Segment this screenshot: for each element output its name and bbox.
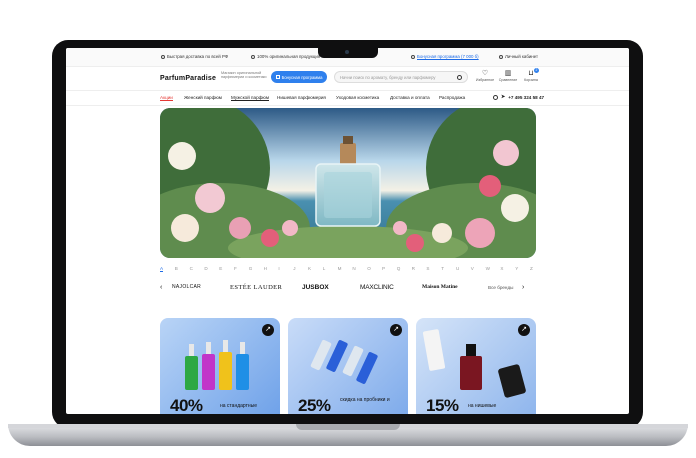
alpha-letter[interactable]: P <box>382 266 385 271</box>
compare-button[interactable]: ▥ Сравнение <box>497 69 519 82</box>
contact-block: ➤ +7 495 324 58 47 <box>493 94 544 100</box>
search-input[interactable]: Начни поиск по аромату, бренду или парфю… <box>334 71 468 83</box>
brand-logo[interactable]: ESTÉE LAUDER <box>230 284 282 291</box>
coin-icon <box>411 54 415 59</box>
delivery-info: Быстрая доставка по всей РФ <box>161 54 228 59</box>
promo-card-3[interactable]: ↗ 15% на нишевые <box>416 318 536 414</box>
alpha-letter[interactable]: O <box>367 266 371 271</box>
brand-logo[interactable]: JUSBOX <box>302 284 329 291</box>
brand-logo[interactable]: NAJOLCAR <box>172 284 201 290</box>
grid-icon <box>275 75 280 79</box>
nav-item-sale[interactable]: Акции <box>160 95 173 101</box>
promo-card-2[interactable]: ↗ 25% скидка на пробники и <box>288 318 408 414</box>
bonus-program-button[interactable]: Бонусная программа <box>271 71 327 83</box>
promo-card-1[interactable]: ↗ 40% на стандартные <box>160 318 280 414</box>
whatsapp-icon[interactable] <box>493 94 498 100</box>
alpha-letter[interactable]: F <box>234 266 237 271</box>
alpha-letter[interactable]: G <box>249 266 253 271</box>
alpha-letter[interactable]: H <box>264 266 267 271</box>
brand-logo[interactable]: MAXCLINIC <box>360 284 394 291</box>
alpha-letter[interactable]: Z <box>530 266 533 271</box>
nav-item-clearance[interactable]: Распродажа <box>439 95 465 100</box>
alpha-letter[interactable]: J <box>293 266 295 271</box>
search-icon[interactable] <box>457 75 462 80</box>
alpha-letter[interactable]: W <box>486 266 490 271</box>
account-link[interactable]: Личный кабинет <box>499 54 538 59</box>
nav-item-delivery[interactable]: Доставка и оплата <box>390 95 430 100</box>
cart-button[interactable]: ⊔ 2 Корзина <box>520 68 542 82</box>
brand-alphabet-filter: A B C D E F G H I J K L M N O P Q R S T … <box>160 266 536 274</box>
alpha-letter[interactable]: I <box>278 266 279 271</box>
heart-icon: ♡ <box>481 70 489 77</box>
alpha-letter[interactable]: T <box>441 266 444 271</box>
arrow-up-right-icon[interactable]: ↗ <box>262 324 274 336</box>
nav-item-niche[interactable]: Нишевая парфюмерия <box>277 95 326 100</box>
alpha-letter[interactable]: L <box>323 266 326 271</box>
cart-count-badge: 2 <box>534 68 539 73</box>
telegram-icon[interactable]: ➤ <box>501 94 505 100</box>
promo-cards: ↗ 40% на стандартные ↗ 25% скидка на про… <box>160 318 536 414</box>
alpha-letter[interactable]: X <box>500 266 503 271</box>
chart-icon: ▥ <box>504 70 512 77</box>
hero-perfume-image <box>160 108 536 258</box>
arrow-up-right-icon[interactable]: ↗ <box>390 324 402 336</box>
alpha-letter[interactable]: R <box>412 266 415 271</box>
alpha-letter[interactable]: C <box>190 266 193 271</box>
chevron-right-icon[interactable]: › <box>522 284 524 291</box>
camera-icon <box>345 50 349 54</box>
alpha-letter[interactable]: B <box>175 266 178 271</box>
check-icon <box>251 54 255 59</box>
site-tagline: Магазин оригинальной парфюмерии и космет… <box>221 71 267 80</box>
nav-item-care[interactable]: Уходовая косметика <box>336 95 379 100</box>
alpha-letter[interactable]: K <box>308 266 311 271</box>
alpha-letter[interactable]: N <box>352 266 355 271</box>
favorites-button[interactable]: ♡ Избранное <box>474 69 496 82</box>
browser-screen: Быстрая доставка по всей РФ 100% оригина… <box>66 48 629 414</box>
bonus-link[interactable]: Бонусная программа (7 000 б) <box>411 54 479 59</box>
site-logo[interactable]: ParfumParadise <box>160 75 216 82</box>
alpha-letter[interactable]: E <box>219 266 222 271</box>
alpha-letter[interactable]: Q <box>397 266 401 271</box>
laptop-lid-groove <box>296 424 400 430</box>
alpha-letter[interactable]: M <box>338 266 342 271</box>
all-brands-link[interactable]: Все бренды <box>488 285 513 290</box>
alpha-letter[interactable]: Y <box>515 266 518 271</box>
nav-item-men[interactable]: Мужской парфюм <box>231 95 269 101</box>
alpha-letter[interactable]: U <box>456 266 459 271</box>
alpha-letter[interactable]: D <box>204 266 207 271</box>
phone-number[interactable]: +7 495 324 58 47 <box>508 95 544 100</box>
nav-item-women[interactable]: Женский парфюм <box>184 95 222 100</box>
alpha-letter[interactable]: V <box>471 266 474 271</box>
truck-icon <box>161 54 165 59</box>
main-navigation: Акции Женский парфюм Мужской парфюм Нише… <box>66 90 629 106</box>
brand-carousel: ‹ NAJOLCAR ESTÉE LAUDER JUSBOX MAXCLINIC… <box>160 282 536 294</box>
alpha-letter[interactable]: A <box>160 266 164 272</box>
arrow-up-right-icon[interactable]: ↗ <box>518 324 530 336</box>
hero-banner[interactable] <box>160 108 536 258</box>
site-header: ParfumParadise Магазин оригинальной парф… <box>66 66 629 90</box>
chevron-left-icon[interactable]: ‹ <box>160 284 162 291</box>
user-icon <box>499 54 503 59</box>
brand-logo[interactable]: Maison Matine <box>422 284 458 290</box>
original-info: 100% оригинальная продукция <box>251 54 320 59</box>
alpha-letter[interactable]: S <box>426 266 429 271</box>
